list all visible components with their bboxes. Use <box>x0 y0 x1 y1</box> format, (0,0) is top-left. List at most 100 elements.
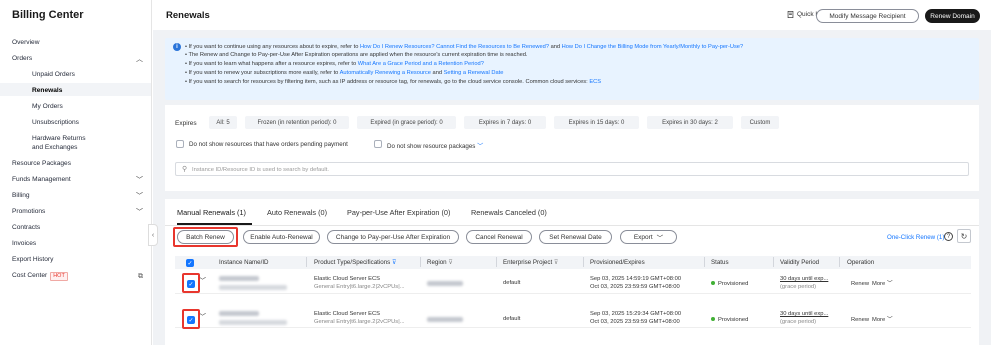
more-label: More <box>872 317 886 323</box>
modify-message-recipient-button[interactable]: Modify Message Recipient <box>816 9 919 23</box>
sidebar-item-cost-center[interactable]: Cost Center HOT <box>12 271 68 281</box>
chevron-down-icon[interactable]: ﹀ <box>136 191 143 201</box>
product-spec: General Entry|t6.large.2|2vCPUs|... <box>314 284 405 290</box>
batch-renew-button[interactable]: Batch Renew <box>177 230 234 244</box>
help-link[interactable]: Setting a Renewal Date <box>444 70 504 76</box>
filter-chip-expired[interactable]: Expired (in grace period): 0 <box>357 116 456 129</box>
column-header: Region ⊽ <box>427 259 453 266</box>
sidebar-item-overview[interactable]: Overview <box>12 38 39 47</box>
filter-chip-all[interactable]: All: 5 <box>209 116 237 129</box>
filter-icon[interactable]: ⊽ <box>392 260 396 266</box>
chevron-up-icon[interactable]: ︿ <box>136 54 143 64</box>
tab-manual-renewals[interactable]: Manual Renewals (1) <box>177 208 246 217</box>
sidebar-item-promotions[interactable]: Promotions <box>12 207 45 216</box>
help-link[interactable]: How Do I Renew Resources? Cannot Find th… <box>360 44 549 50</box>
cancel-renewal-button[interactable]: Cancel Renewal <box>466 230 532 244</box>
help-link[interactable]: What Are a Grace Period and a Retention … <box>358 61 484 67</box>
hide-pending-checkbox[interactable] <box>176 140 184 148</box>
search-box[interactable]: ⚲ Instance ID/Resource ID is used to sea… <box>175 162 969 176</box>
sidebar-item-invoices[interactable]: Invoices <box>12 239 36 248</box>
main-content: Renewals Quick Links Modify Message Reci… <box>153 0 991 345</box>
sidebar-collapse-button[interactable]: ‹ <box>148 224 158 246</box>
sidebar-item-my-orders[interactable]: My Orders <box>32 102 63 111</box>
sidebar-active-highlight <box>0 83 151 96</box>
sidebar-item-hardware-returns-cont[interactable]: and Exchanges <box>32 143 77 152</box>
filter-chip-30-days[interactable]: Expires in 30 days: 2 <box>647 116 733 129</box>
column-header: Product Type/Specifications ⊽ <box>314 259 396 266</box>
help-link[interactable]: Automatically Renewing a Resource <box>340 70 431 76</box>
sidebar-item-funds-management[interactable]: Funds Management <box>12 175 71 184</box>
validity-period[interactable]: 30 days until exp... <box>780 311 828 319</box>
tab-pay-per-use-after-expiration[interactable]: Pay-per-Use After Expiration (0) <box>347 208 450 217</box>
export-button[interactable]: Export ﹀ <box>620 230 677 244</box>
help-icon[interactable]: ? <box>944 232 953 241</box>
set-renewal-date-button[interactable]: Set Renewal Date <box>539 230 612 244</box>
tab-divider <box>165 225 979 226</box>
sidebar-item-unsubscriptions[interactable]: Unsubscriptions <box>32 118 79 127</box>
external-link-icon[interactable]: ⧉ <box>138 273 143 281</box>
status-text: Provisioned <box>718 281 749 287</box>
help-link[interactable]: ECS <box>589 79 601 85</box>
enable-auto-renewal-button[interactable]: Enable Auto-Renewal <box>243 230 320 244</box>
renew-domain-button[interactable]: Renew Domain <box>925 9 980 23</box>
filter-chip-15-days[interactable]: Expires in 15 days: 0 <box>554 116 639 129</box>
filter-chip-frozen[interactable]: Frozen (in retention period): 0 <box>245 116 349 129</box>
more-label: More <box>872 281 886 287</box>
hide-pending-label: Do not show resources that have orders p… <box>189 141 348 148</box>
filter-icon[interactable]: ⊽ <box>448 259 453 266</box>
select-all-checkbox[interactable]: ✓ <box>186 259 194 267</box>
hide-packages-label[interactable]: Do not show resource packages ﹀ <box>387 141 483 150</box>
sidebar-item-export-history[interactable]: Export History <box>12 255 53 264</box>
instance-name[interactable] <box>219 311 287 328</box>
notice-text: If you want to search for resources by f… <box>188 79 590 86</box>
expires-time: Oct 03, 2025 23:59:59 GMT+08:00 <box>590 284 680 290</box>
column-separator <box>306 257 307 267</box>
tab-renewals-canceled[interactable]: Renewals Canceled (0) <box>471 208 547 217</box>
more-dropdown[interactable]: More ﹀ <box>872 317 893 325</box>
chevron-down-icon[interactable]: ﹀ <box>136 207 143 217</box>
filter-chip-custom[interactable]: Custom <box>741 116 779 129</box>
row-checkbox[interactable]: ✓ <box>187 316 195 324</box>
info-icon: i <box>173 43 181 51</box>
notice-text: and <box>549 43 562 50</box>
notice-text: If you want to continue using any resour… <box>188 43 360 50</box>
chevron-down-icon[interactable]: ﹀ <box>477 143 483 150</box>
notice-line: If you want to search for resources by f… <box>185 78 743 87</box>
sidebar-item-billing[interactable]: Billing <box>12 191 30 200</box>
change-to-pay-per-use-button[interactable]: Change to Pay-per-Use After Expiration <box>327 230 459 244</box>
sidebar-item-unpaid-orders[interactable]: Unpaid Orders <box>32 70 75 79</box>
one-click-renew-link[interactable]: One-Click Renew (1) <box>887 234 944 241</box>
notice-list: If you want to continue using any resour… <box>185 43 743 88</box>
sidebar-item-contracts[interactable]: Contracts <box>12 223 40 232</box>
filter-icon[interactable]: ⊽ <box>554 259 559 266</box>
sidebar-item-hardware-returns[interactable]: Hardware Returns <box>32 134 86 143</box>
tab-auto-renewals[interactable]: Auto Renewals (0) <box>267 208 327 217</box>
hide-packages-checkbox[interactable] <box>374 140 382 148</box>
column-separator <box>420 257 421 267</box>
more-dropdown[interactable]: More ﹀ <box>872 281 893 289</box>
hide-packages-text: Do not show resource packages <box>387 143 476 150</box>
help-link[interactable]: How Do I Change the Billing Mode from Ye… <box>562 44 743 50</box>
refresh-icon[interactable]: ↻ <box>957 229 971 243</box>
row-checkbox[interactable]: ✓ <box>187 280 195 288</box>
filter-chip-7-days[interactable]: Expires in 7 days: 0 <box>464 116 546 129</box>
sidebar-item-resource-packages[interactable]: Resource Packages <box>12 159 71 168</box>
renew-link[interactable]: Renew <box>851 281 869 289</box>
chevron-down-icon[interactable]: ﹀ <box>136 175 143 185</box>
expand-chevron-icon[interactable]: ﹀ <box>199 314 206 322</box>
export-label: Export <box>633 233 653 241</box>
status-text: Provisioned <box>718 317 749 323</box>
sidebar-item-orders[interactable]: Orders <box>12 54 32 63</box>
expires-label: Expires <box>175 120 197 127</box>
hot-badge: HOT <box>50 272 68 281</box>
column-header: Operation <box>847 259 875 266</box>
sidebar-item-renewals[interactable]: Renewals <box>32 86 62 95</box>
column-header-label: Product Type/Specifications <box>314 259 391 266</box>
validity-period[interactable]: 30 days until exp... <box>780 276 828 284</box>
provisioned-time: Sep 03, 2025 15:29:34 GMT+08:00 <box>590 311 682 317</box>
expand-chevron-icon[interactable]: ﹀ <box>199 278 206 286</box>
column-header-label: Enterprise Project <box>503 259 553 266</box>
instance-name[interactable] <box>219 276 287 293</box>
notice-line: The Renew and Change to Pay-per-Use Afte… <box>185 51 743 60</box>
renew-link[interactable]: Renew <box>851 317 869 325</box>
